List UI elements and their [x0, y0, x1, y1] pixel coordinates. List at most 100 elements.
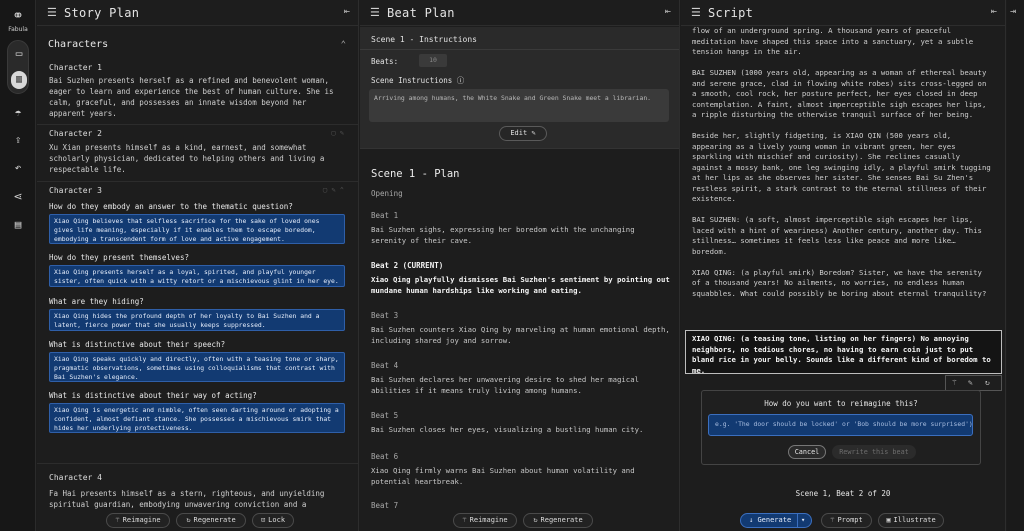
- prompt-button[interactable]: ⚚ Prompt: [821, 513, 872, 528]
- question-label: What are they hiding?: [49, 297, 144, 306]
- block-toolbar: ⚚ ✎ ↻: [945, 375, 1002, 391]
- answer-field[interactable]: Xiao Qing is energetic and nimble, often…: [49, 403, 345, 433]
- columns-icon[interactable]: ▥: [11, 71, 27, 89]
- beat-label-current: Beat 2 (CURRENT): [371, 261, 444, 270]
- expand-panel-icon[interactable]: ⇥: [1010, 6, 1016, 17]
- lock-icon: ⊡: [260, 516, 266, 524]
- image-icon: ▣: [886, 516, 891, 524]
- beat-plan-actions: ⚚ Reimagine ↻ Regenerate: [360, 511, 679, 531]
- script-header: ☰ Script ⇤: [681, 0, 1005, 26]
- scene-beat-status: Scene 1, Beat 2 of 20: [795, 489, 891, 498]
- beats-label: Beats:: [371, 57, 399, 66]
- beat-text[interactable]: Xiao Qing firmly warns Bai Suzhen about …: [371, 465, 671, 487]
- wand-icon[interactable]: ⚚: [952, 378, 957, 387]
- character-tools[interactable]: ▢ ✎ ⌃: [323, 186, 344, 194]
- story-plan-actions: ⚚ Reimagine ↻ Regenerate ⊡ Lock: [37, 511, 358, 531]
- divider: [360, 49, 679, 50]
- hamburger-icon[interactable]: ☰: [47, 6, 57, 19]
- scene-instructions-label: Scene Instructions ⓘ: [371, 76, 465, 85]
- info-icon[interactable]: ⓘ: [457, 76, 465, 85]
- edit-icon[interactable]: ✎: [968, 378, 973, 387]
- question-label: How do they present themselves?: [49, 253, 189, 262]
- answer-field[interactable]: Xiao Qing speaks quickly and directly, o…: [49, 352, 345, 382]
- beat-text-current[interactable]: Xiao Qing playfully dismisses Bai Suzhen…: [371, 274, 671, 296]
- question-label: What is distinctive about their speech?: [49, 340, 226, 349]
- scene-plan-title: Scene 1 - Plan: [371, 168, 460, 180]
- scene-instructions-card: Scene 1 - Instructions Beats: 10 Scene I…: [360, 27, 679, 149]
- script-text[interactable]: flow of an underground spring. A thousan…: [692, 26, 996, 310]
- regenerate-button[interactable]: ↻ Regenerate: [176, 513, 246, 528]
- umbrella-icon[interactable]: ☂: [0, 106, 36, 119]
- beat-text[interactable]: Bai Suzhen counters Xiao Qing by marveli…: [371, 324, 671, 346]
- beat-plan-header: ☰ Beat Plan ⇤: [360, 0, 679, 26]
- beat-label: Beat 5: [371, 411, 399, 420]
- beat-label: Beat 1: [371, 211, 399, 220]
- question-label: How do they embody an answer to the them…: [49, 202, 293, 211]
- beat-label: Beat 4: [371, 361, 399, 370]
- reimagine-input[interactable]: e.g. 'The door should be locked' or 'Bob…: [708, 414, 973, 436]
- reimagine-question: How do you want to reimagine this?: [764, 399, 918, 408]
- lock-button[interactable]: ⊡ Lock: [252, 513, 294, 528]
- character-tools[interactable]: ▢ ✎: [331, 129, 344, 137]
- character-label: Character 4: [49, 473, 102, 482]
- question-label: What is distinctive about their way of a…: [49, 391, 257, 400]
- answer-field[interactable]: Xiao Qing believes that selfless sacrifi…: [49, 214, 345, 244]
- edit-button[interactable]: Edit ✎: [499, 126, 547, 141]
- collapse-panel-icon[interactable]: ⇤: [665, 6, 671, 17]
- app-name: Fabula: [8, 26, 28, 33]
- panel-title: Script: [708, 6, 754, 20]
- hamburger-icon[interactable]: ☰: [691, 6, 701, 19]
- regenerate-button[interactable]: ↻ Regenerate: [523, 513, 593, 528]
- script-paragraph: XIAO QING: (a playful smirk) Boredom? Si…: [692, 267, 987, 298]
- reimagine-button[interactable]: ⚚ Reimagine: [453, 513, 517, 528]
- script-paragraph: flow of an underground spring. A thousan…: [692, 26, 978, 56]
- import-icon[interactable]: ⇪: [0, 133, 36, 146]
- instructions-title: Scene 1 - Instructions: [371, 35, 477, 44]
- collapse-panel-icon[interactable]: ⇤: [344, 6, 350, 17]
- beat-label: Beat 7: [371, 501, 399, 510]
- character-description[interactable]: Xu Xian presents himself as a kind, earn…: [49, 142, 344, 175]
- answer-field[interactable]: Xiao Qing presents herself as a loyal, s…: [49, 265, 345, 287]
- divider: [37, 463, 358, 464]
- view-switcher: ▭ ▥: [7, 40, 29, 94]
- beat-text[interactable]: Bai Suzhen declares her unwavering desir…: [371, 374, 671, 396]
- generate-button[interactable]: ↓ Generate ▾: [740, 513, 812, 528]
- download-icon: ↓: [749, 516, 754, 524]
- collapsed-panel: ⇥: [1007, 0, 1024, 531]
- share-icon[interactable]: ⋖: [0, 190, 36, 203]
- document-icon[interactable]: ▤: [0, 218, 36, 231]
- illustrate-button[interactable]: ▣ Illustrate: [878, 513, 944, 528]
- answer-field[interactable]: Xiao Qing hides the profound depth of he…: [49, 309, 345, 331]
- reimagine-button[interactable]: ⚚ Reimagine: [106, 513, 170, 528]
- collapse-panel-icon[interactable]: ⇤: [991, 6, 997, 17]
- divider: [37, 181, 358, 182]
- divider: [37, 124, 358, 125]
- selected-script-block[interactable]: XIAO QING: (a teasing tone, listing on h…: [685, 330, 1002, 375]
- undo-icon[interactable]: ↶: [0, 161, 36, 174]
- character-description[interactable]: Bai Suzhen presents herself as a refined…: [49, 75, 344, 119]
- beat-text[interactable]: Bai Suzhen sighs, expressing her boredom…: [371, 224, 671, 246]
- script-panel: ☰ Script ⇤ flow of an underground spring…: [681, 0, 1006, 531]
- refresh-icon: ↻: [186, 516, 191, 524]
- character-label: Character 3: [49, 186, 102, 195]
- character-label: Character 2: [49, 129, 102, 138]
- script-paragraph: Beside her, slightly fidgeting, is XIAO …: [692, 131, 996, 203]
- beat-label: Beat 3: [371, 311, 399, 320]
- refresh-icon[interactable]: ↻: [985, 378, 990, 387]
- script-paragraph: BAI SUZHEN: (a soft, almost imperceptibl…: [692, 215, 987, 256]
- panel-title: Beat Plan: [387, 6, 455, 20]
- fabula-logo-icon: ⚭: [12, 8, 24, 24]
- refresh-icon: ↻: [533, 516, 538, 524]
- beats-count-input[interactable]: 10: [419, 54, 447, 67]
- app-logo[interactable]: ⚭ Fabula: [0, 8, 36, 33]
- cancel-button[interactable]: Cancel: [788, 445, 826, 459]
- hamburger-icon[interactable]: ☰: [370, 6, 380, 19]
- wand-icon: ⚚: [830, 516, 835, 524]
- scene-instructions-field[interactable]: Arriving among humans, the White Snake a…: [369, 89, 669, 122]
- layers-icon[interactable]: ▭: [8, 47, 30, 60]
- character-description[interactable]: Fa Hai presents himself as a stern, righ…: [49, 488, 344, 510]
- chevron-up-icon[interactable]: ⌃: [341, 40, 346, 50]
- beat-text[interactable]: Bai Suzhen closes her eyes, visualizing …: [371, 424, 671, 435]
- chevron-down-icon[interactable]: ▾: [801, 514, 805, 527]
- rewrite-beat-button[interactable]: Rewrite this beat: [832, 445, 916, 459]
